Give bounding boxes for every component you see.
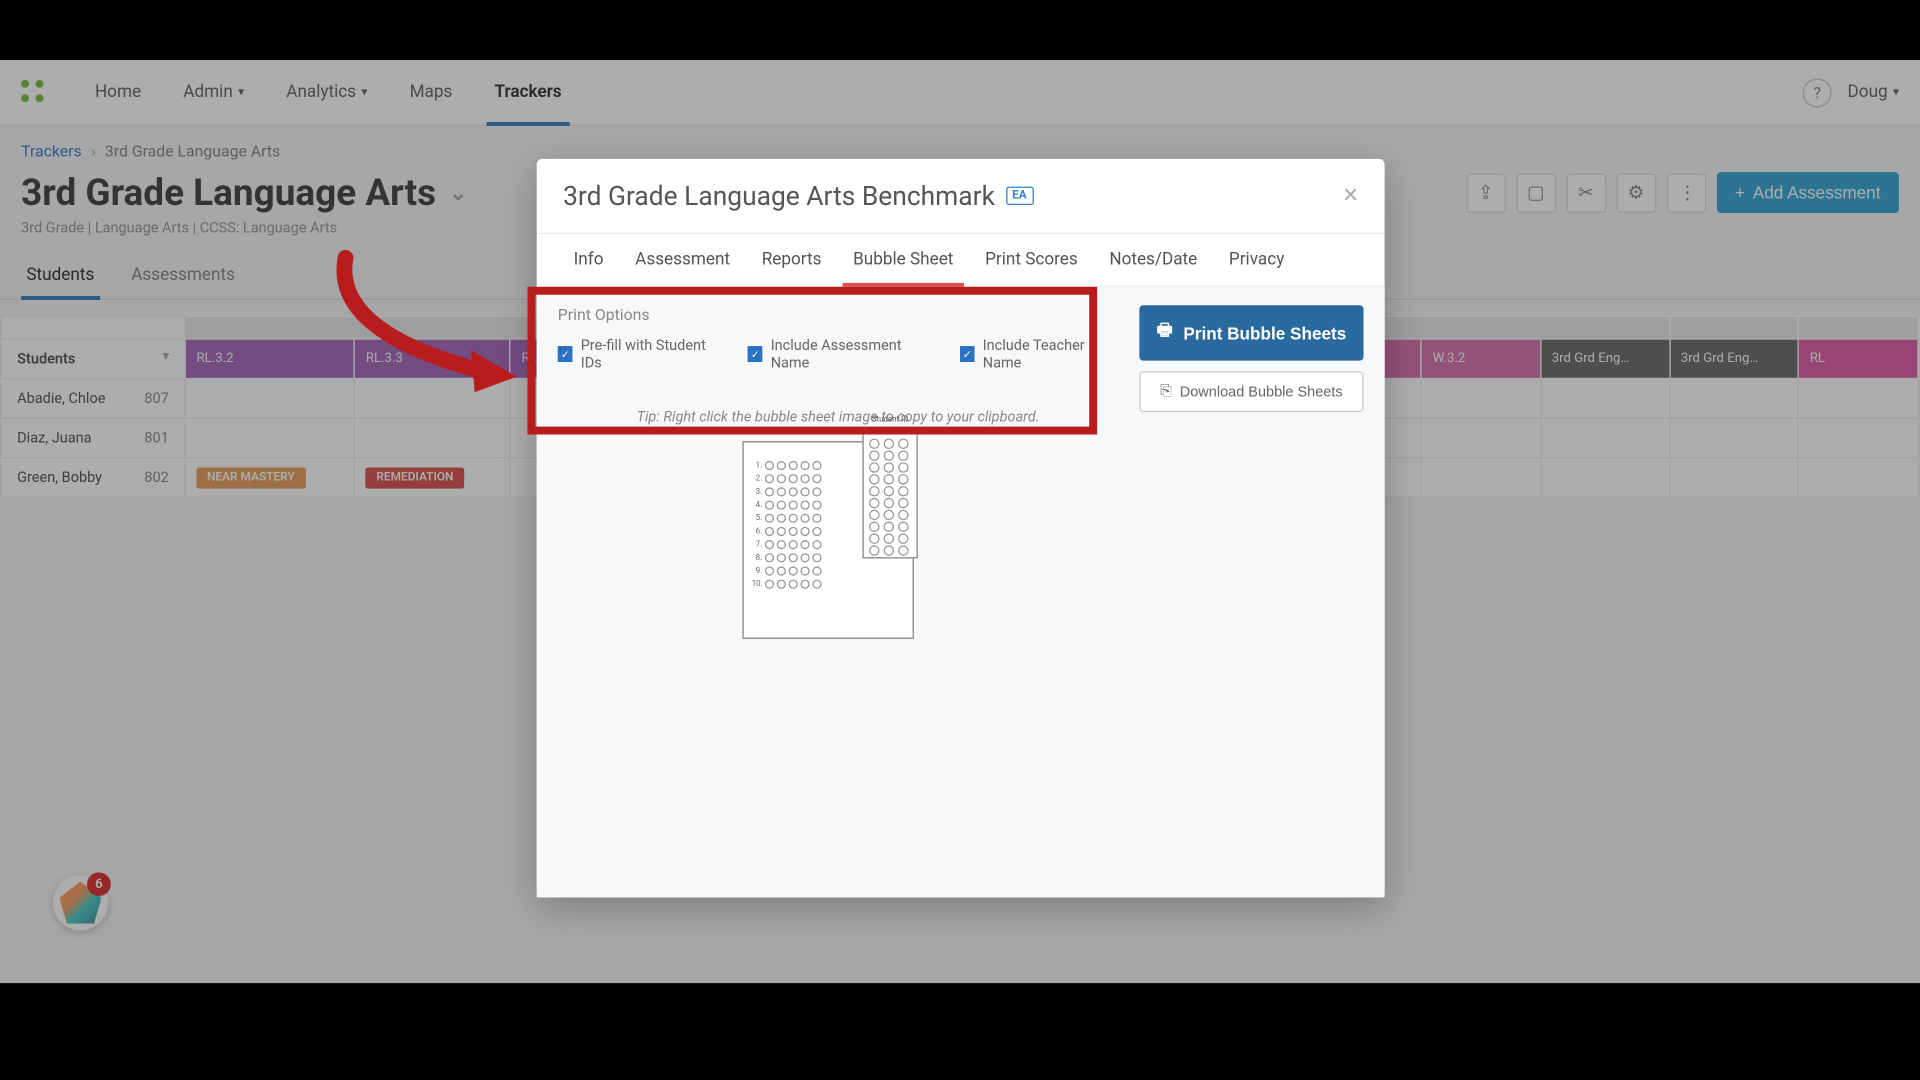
nav-maps[interactable]: Maps [388, 59, 473, 125]
checkbox-icon: ✓ [748, 346, 763, 362]
share-button[interactable]: ⇪ [1466, 173, 1506, 213]
tip-text: Tip: Right click the bubble sheet image … [558, 408, 1118, 425]
print-options-title: Print Options [558, 305, 1118, 323]
modal-title: 3rd Grade Language Arts Benchmark EA [563, 180, 1033, 212]
column-header[interactable]: 3rd Grd Eng… [1670, 339, 1799, 379]
checkbox-prefill-ids[interactable]: ✓ Pre-fill with Student IDs [558, 337, 722, 371]
status-badge: REMEDIATION [366, 467, 464, 488]
settings-button[interactable]: ⚙ [1616, 173, 1656, 213]
modal-tab-privacy[interactable]: Privacy [1213, 234, 1300, 285]
chevron-down-icon: ▾ [1893, 86, 1899, 99]
nav-admin[interactable]: Admin▾ [162, 59, 265, 125]
student-id-box: Student ID [862, 432, 917, 559]
chevron-down-icon[interactable]: ⌄ [449, 180, 467, 205]
bubble-sheet-preview[interactable]: Student ID [742, 441, 913, 639]
more-button[interactable]: ⋮ [1666, 173, 1706, 213]
ea-badge: EA [1006, 187, 1034, 205]
breadcrumb-root[interactable]: Trackers [21, 142, 82, 160]
app-logo [21, 79, 47, 105]
column-header[interactable]: 3rd Grd Eng… [1541, 339, 1670, 379]
modal-tab-print-scores[interactable]: Print Scores [969, 234, 1093, 285]
download-icon: ⎘ [1160, 383, 1172, 400]
modal-tab-assessment[interactable]: Assessment [619, 234, 746, 285]
plus-icon: + [1735, 183, 1745, 203]
column-header[interactable]: RL.3.2 [185, 339, 354, 379]
students-column-header[interactable]: Students▾ [1, 339, 186, 379]
close-button[interactable]: × [1343, 181, 1358, 211]
cut-button[interactable]: ✂ [1566, 173, 1606, 213]
column-header[interactable]: RL.3.3 [355, 339, 511, 379]
modal-tab-notes-date[interactable]: Notes/Date [1094, 234, 1214, 285]
bubble-sheet-modal: 3rd Grade Language Arts Benchmark EA × I… [537, 159, 1385, 897]
column-header[interactable]: W.3.2 [1421, 339, 1540, 379]
nav-analytics[interactable]: Analytics▾ [265, 59, 388, 125]
checkbox-icon: ✓ [960, 346, 975, 362]
checkbox-icon: ✓ [558, 346, 573, 362]
tab-assessments[interactable]: Assessments [126, 253, 240, 299]
checkbox-include-assessment[interactable]: ✓ Include Assessment Name [748, 337, 934, 371]
print-bubble-sheets-button[interactable]: 🖶 Print Bubble Sheets [1139, 305, 1363, 360]
help-icon[interactable]: ? [1803, 78, 1832, 107]
tab-students[interactable]: Students [21, 253, 99, 299]
modal-tab-bar: Info Assessment Reports Bubble Sheet Pri… [537, 234, 1385, 287]
notification-widget[interactable]: 6 [53, 875, 108, 930]
modal-tab-reports[interactable]: Reports [746, 234, 837, 285]
export-button[interactable]: ▢ [1516, 173, 1556, 213]
nav-trackers[interactable]: Trackers [473, 59, 582, 125]
notification-count: 6 [87, 872, 111, 896]
print-options-panel: Print Options ✓ Pre-fill with Student ID… [558, 305, 1118, 879]
column-header[interactable]: RL [1798, 339, 1917, 379]
page-title: 3rd Grade Language Arts ⌄ [21, 171, 467, 215]
download-bubble-sheets-button[interactable]: ⎘ Download Bubble Sheets [1139, 371, 1363, 412]
chevron-down-icon: ▾ [361, 86, 367, 99]
add-assessment-button[interactable]: +Add Assessment [1716, 172, 1899, 213]
top-nav: Home Admin▾ Analytics▾ Maps Trackers ? D… [0, 60, 1920, 126]
checkbox-include-teacher[interactable]: ✓ Include Teacher Name [960, 337, 1118, 371]
nav-home[interactable]: Home [74, 59, 162, 125]
modal-tab-info[interactable]: Info [558, 234, 620, 285]
chevron-down-icon: ▾ [238, 86, 244, 99]
breadcrumb: Trackers › 3rd Grade Language Arts [0, 126, 1920, 160]
user-menu[interactable]: Doug▾ [1848, 82, 1899, 102]
app-window: Home Admin▾ Analytics▾ Maps Trackers ? D… [0, 60, 1920, 983]
modal-tab-bubble-sheet[interactable]: Bubble Sheet [837, 234, 969, 285]
breadcrumb-current: 3rd Grade Language Arts [105, 142, 280, 160]
print-icon: 🖶 [1157, 318, 1173, 347]
status-badge: NEAR MASTERY [196, 467, 305, 488]
